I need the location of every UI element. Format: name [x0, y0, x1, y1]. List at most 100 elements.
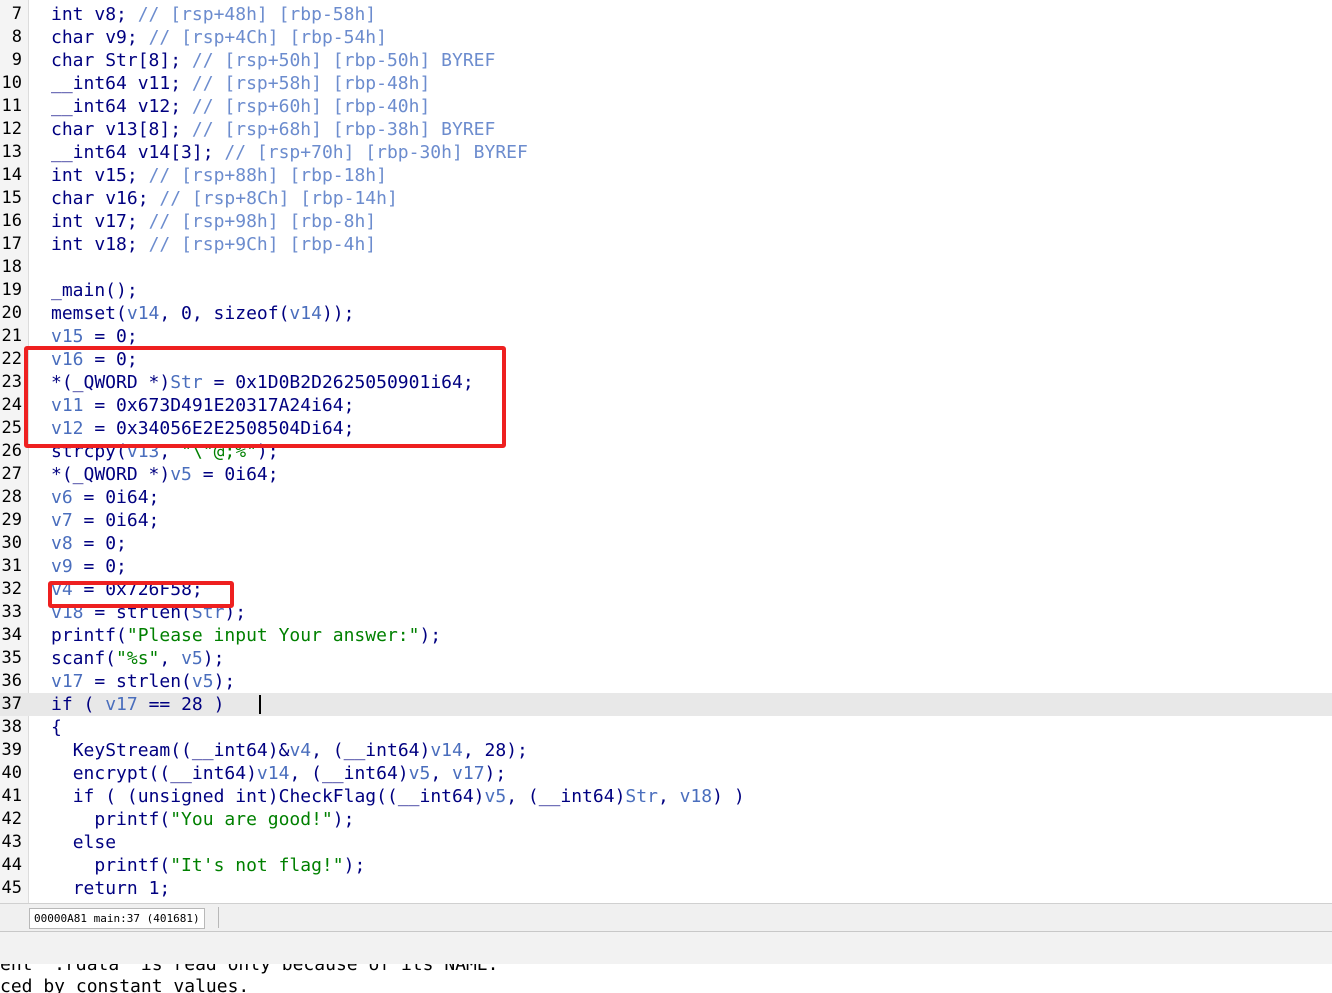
code-text[interactable]: *(_QWORD *)v5 = 0i64; [51, 463, 279, 486]
code-text[interactable]: scanf("%s", v5); [51, 647, 224, 670]
code-line[interactable]: 34 printf("Please input Your answer:"); [0, 624, 1332, 647]
line-number: 43 [1, 832, 22, 852]
line-number: 11 [1, 96, 22, 116]
code-text[interactable]: memset(v14, 0, sizeof(v14)); [51, 302, 354, 325]
code-text[interactable]: printf("It's not flag!"); [51, 854, 365, 877]
line-number: 36 [1, 671, 22, 691]
line-number: 17 [1, 234, 22, 254]
line-number: 7 [11, 4, 22, 24]
code-text[interactable]: return 1; [51, 877, 171, 900]
text-caret [259, 695, 261, 714]
code-line[interactable]: 9 char Str[8]; // [rsp+50h] [rbp-50h] BYR… [0, 49, 1332, 72]
line-number: 24 [1, 395, 22, 415]
line-number: 14 [1, 165, 22, 185]
line-number: 37 [1, 694, 22, 714]
code-text[interactable]: printf("Please input Your answer:"); [51, 624, 441, 647]
code-text[interactable]: int v18; // [rsp+9Ch] [rbp-4h] [51, 233, 376, 256]
code-line[interactable]: 11 __int64 v12; // [rsp+60h] [rbp-40h] [0, 95, 1332, 118]
line-number: 22 [1, 349, 22, 369]
code-text[interactable]: v9 = 0; [51, 555, 127, 578]
code-line[interactable]: 30 v8 = 0; [0, 532, 1332, 555]
code-line[interactable]: 7 int v8; // [rsp+48h] [rbp-58h] [0, 3, 1332, 26]
code-line[interactable]: 18 [0, 256, 1332, 279]
line-number: 29 [1, 510, 22, 530]
code-text[interactable]: char Str[8]; // [rsp+50h] [rbp-50h] BYRE… [51, 49, 495, 72]
code-text[interactable]: if ( (unsigned int)CheckFlag((__int64)v5… [51, 785, 745, 808]
code-line[interactable]: 35 scanf("%s", v5); [0, 647, 1332, 670]
code-line[interactable]: 19 _main(); [0, 279, 1332, 302]
line-number: 35 [1, 648, 22, 668]
line-number: 26 [1, 441, 22, 461]
code-line[interactable]: 41 if ( (unsigned int)CheckFlag((__int64… [0, 785, 1332, 808]
code-text[interactable]: __int64 v14[3]; // [rsp+70h] [rbp-30h] B… [51, 141, 528, 164]
code-line[interactable]: 12 char v13[8]; // [rsp+68h] [rbp-38h] BY… [0, 118, 1332, 141]
line-number: 13 [1, 142, 22, 162]
code-line[interactable]: 21 v15 = 0; [0, 325, 1332, 348]
code-line[interactable]: 28 v6 = 0i64; [0, 486, 1332, 509]
status-location: 00000A81 main:37 (401681) [29, 908, 205, 929]
line-number: 30 [1, 533, 22, 553]
line-number: 15 [1, 188, 22, 208]
output-window: ent '.rdata' is read only because of its… [0, 964, 1332, 993]
code-text[interactable]: char v13[8]; // [rsp+68h] [rbp-38h] BYRE… [51, 118, 495, 141]
code-text[interactable]: int v8; // [rsp+48h] [rbp-58h] [51, 3, 376, 26]
code-line[interactable]: 45 return 1; [0, 877, 1332, 900]
line-number: 21 [1, 326, 22, 346]
line-number: 39 [1, 740, 22, 760]
output-line: ced by constant values. [0, 976, 250, 993]
code-line[interactable]: 13 __int64 v14[3]; // [rsp+70h] [rbp-30h]… [0, 141, 1332, 164]
code-line[interactable]: 37 if ( v17 == 28 ) [0, 693, 1332, 716]
code-text[interactable]: char v16; // [rsp+8Ch] [rbp-14h] [51, 187, 398, 210]
code-line[interactable]: 36 v17 = strlen(v5); [0, 670, 1332, 693]
line-number: 23 [1, 372, 22, 392]
code-text[interactable]: v17 = strlen(v5); [51, 670, 235, 693]
pseudocode-view[interactable]: 7 int v8; // [rsp+48h] [rbp-58h] 8 char v9;… [0, 0, 1332, 903]
code-text[interactable]: int v15; // [rsp+88h] [rbp-18h] [51, 164, 387, 187]
highlight-box-v4 [48, 581, 234, 608]
code-text[interactable]: v6 = 0i64; [51, 486, 159, 509]
status-bar: 00000A81 main:37 (401681) [0, 903, 1332, 931]
code-line[interactable]: 39 KeyStream((__int64)&v4, (__int64)v14,… [0, 739, 1332, 762]
code-line[interactable]: 38 { [0, 716, 1332, 739]
code-line[interactable]: 20 memset(v14, 0, sizeof(v14)); [0, 302, 1332, 325]
code-text[interactable]: int v17; // [rsp+98h] [rbp-8h] [51, 210, 376, 233]
line-number: 38 [1, 717, 22, 737]
line-number: 42 [1, 809, 22, 829]
code-text[interactable]: KeyStream((__int64)&v4, (__int64)v14, 28… [51, 739, 528, 762]
code-line[interactable]: 42 printf("You are good!"); [0, 808, 1332, 831]
code-text[interactable]: _main(); [51, 279, 138, 302]
code-line[interactable]: 31 v9 = 0; [0, 555, 1332, 578]
code-text[interactable]: v7 = 0i64; [51, 509, 159, 532]
code-text[interactable]: encrypt((__int64)v14, (__int64)v5, v17); [51, 762, 507, 785]
code-text[interactable]: { [51, 716, 62, 739]
code-text[interactable]: v8 = 0; [51, 532, 127, 555]
code-text[interactable]: v15 = 0; [51, 325, 138, 348]
code-line[interactable]: 10 __int64 v11; // [rsp+58h] [rbp-48h] [0, 72, 1332, 95]
line-number: 19 [1, 280, 22, 300]
line-number: 28 [1, 487, 22, 507]
code-text[interactable]: printf("You are good!"); [51, 808, 354, 831]
pane-splitter[interactable] [0, 931, 1332, 965]
code-line[interactable]: 15 char v16; // [rsp+8Ch] [rbp-14h] [0, 187, 1332, 210]
code-line[interactable]: 44 printf("It's not flag!"); [0, 854, 1332, 877]
status-separator [218, 907, 219, 928]
code-line[interactable]: 40 encrypt((__int64)v14, (__int64)v5, v1… [0, 762, 1332, 785]
code-line[interactable]: 14 int v15; // [rsp+88h] [rbp-18h] [0, 164, 1332, 187]
code-line[interactable]: 27 *(_QWORD *)v5 = 0i64; [0, 463, 1332, 486]
line-number: 16 [1, 211, 22, 231]
code-text[interactable]: else [51, 831, 116, 854]
code-line[interactable]: 29 v7 = 0i64; [0, 509, 1332, 532]
code-line[interactable]: 17 int v18; // [rsp+9Ch] [rbp-4h] [0, 233, 1332, 256]
code-text[interactable]: char v9; // [rsp+4Ch] [rbp-54h] [51, 26, 387, 49]
code-line[interactable]: 8 char v9; // [rsp+4Ch] [rbp-54h] [0, 26, 1332, 49]
line-number: 32 [1, 579, 22, 599]
line-number: 9 [11, 50, 22, 70]
code-line[interactable]: 43 else [0, 831, 1332, 854]
line-number: 8 [11, 27, 22, 47]
code-text[interactable]: __int64 v12; // [rsp+60h] [rbp-40h] [51, 95, 430, 118]
code-line[interactable]: 16 int v17; // [rsp+98h] [rbp-8h] [0, 210, 1332, 233]
line-number: 18 [1, 257, 22, 277]
code-text[interactable]: if ( v17 == 28 ) [51, 693, 224, 716]
line-number: 27 [1, 464, 22, 484]
code-text[interactable]: __int64 v11; // [rsp+58h] [rbp-48h] [51, 72, 430, 95]
